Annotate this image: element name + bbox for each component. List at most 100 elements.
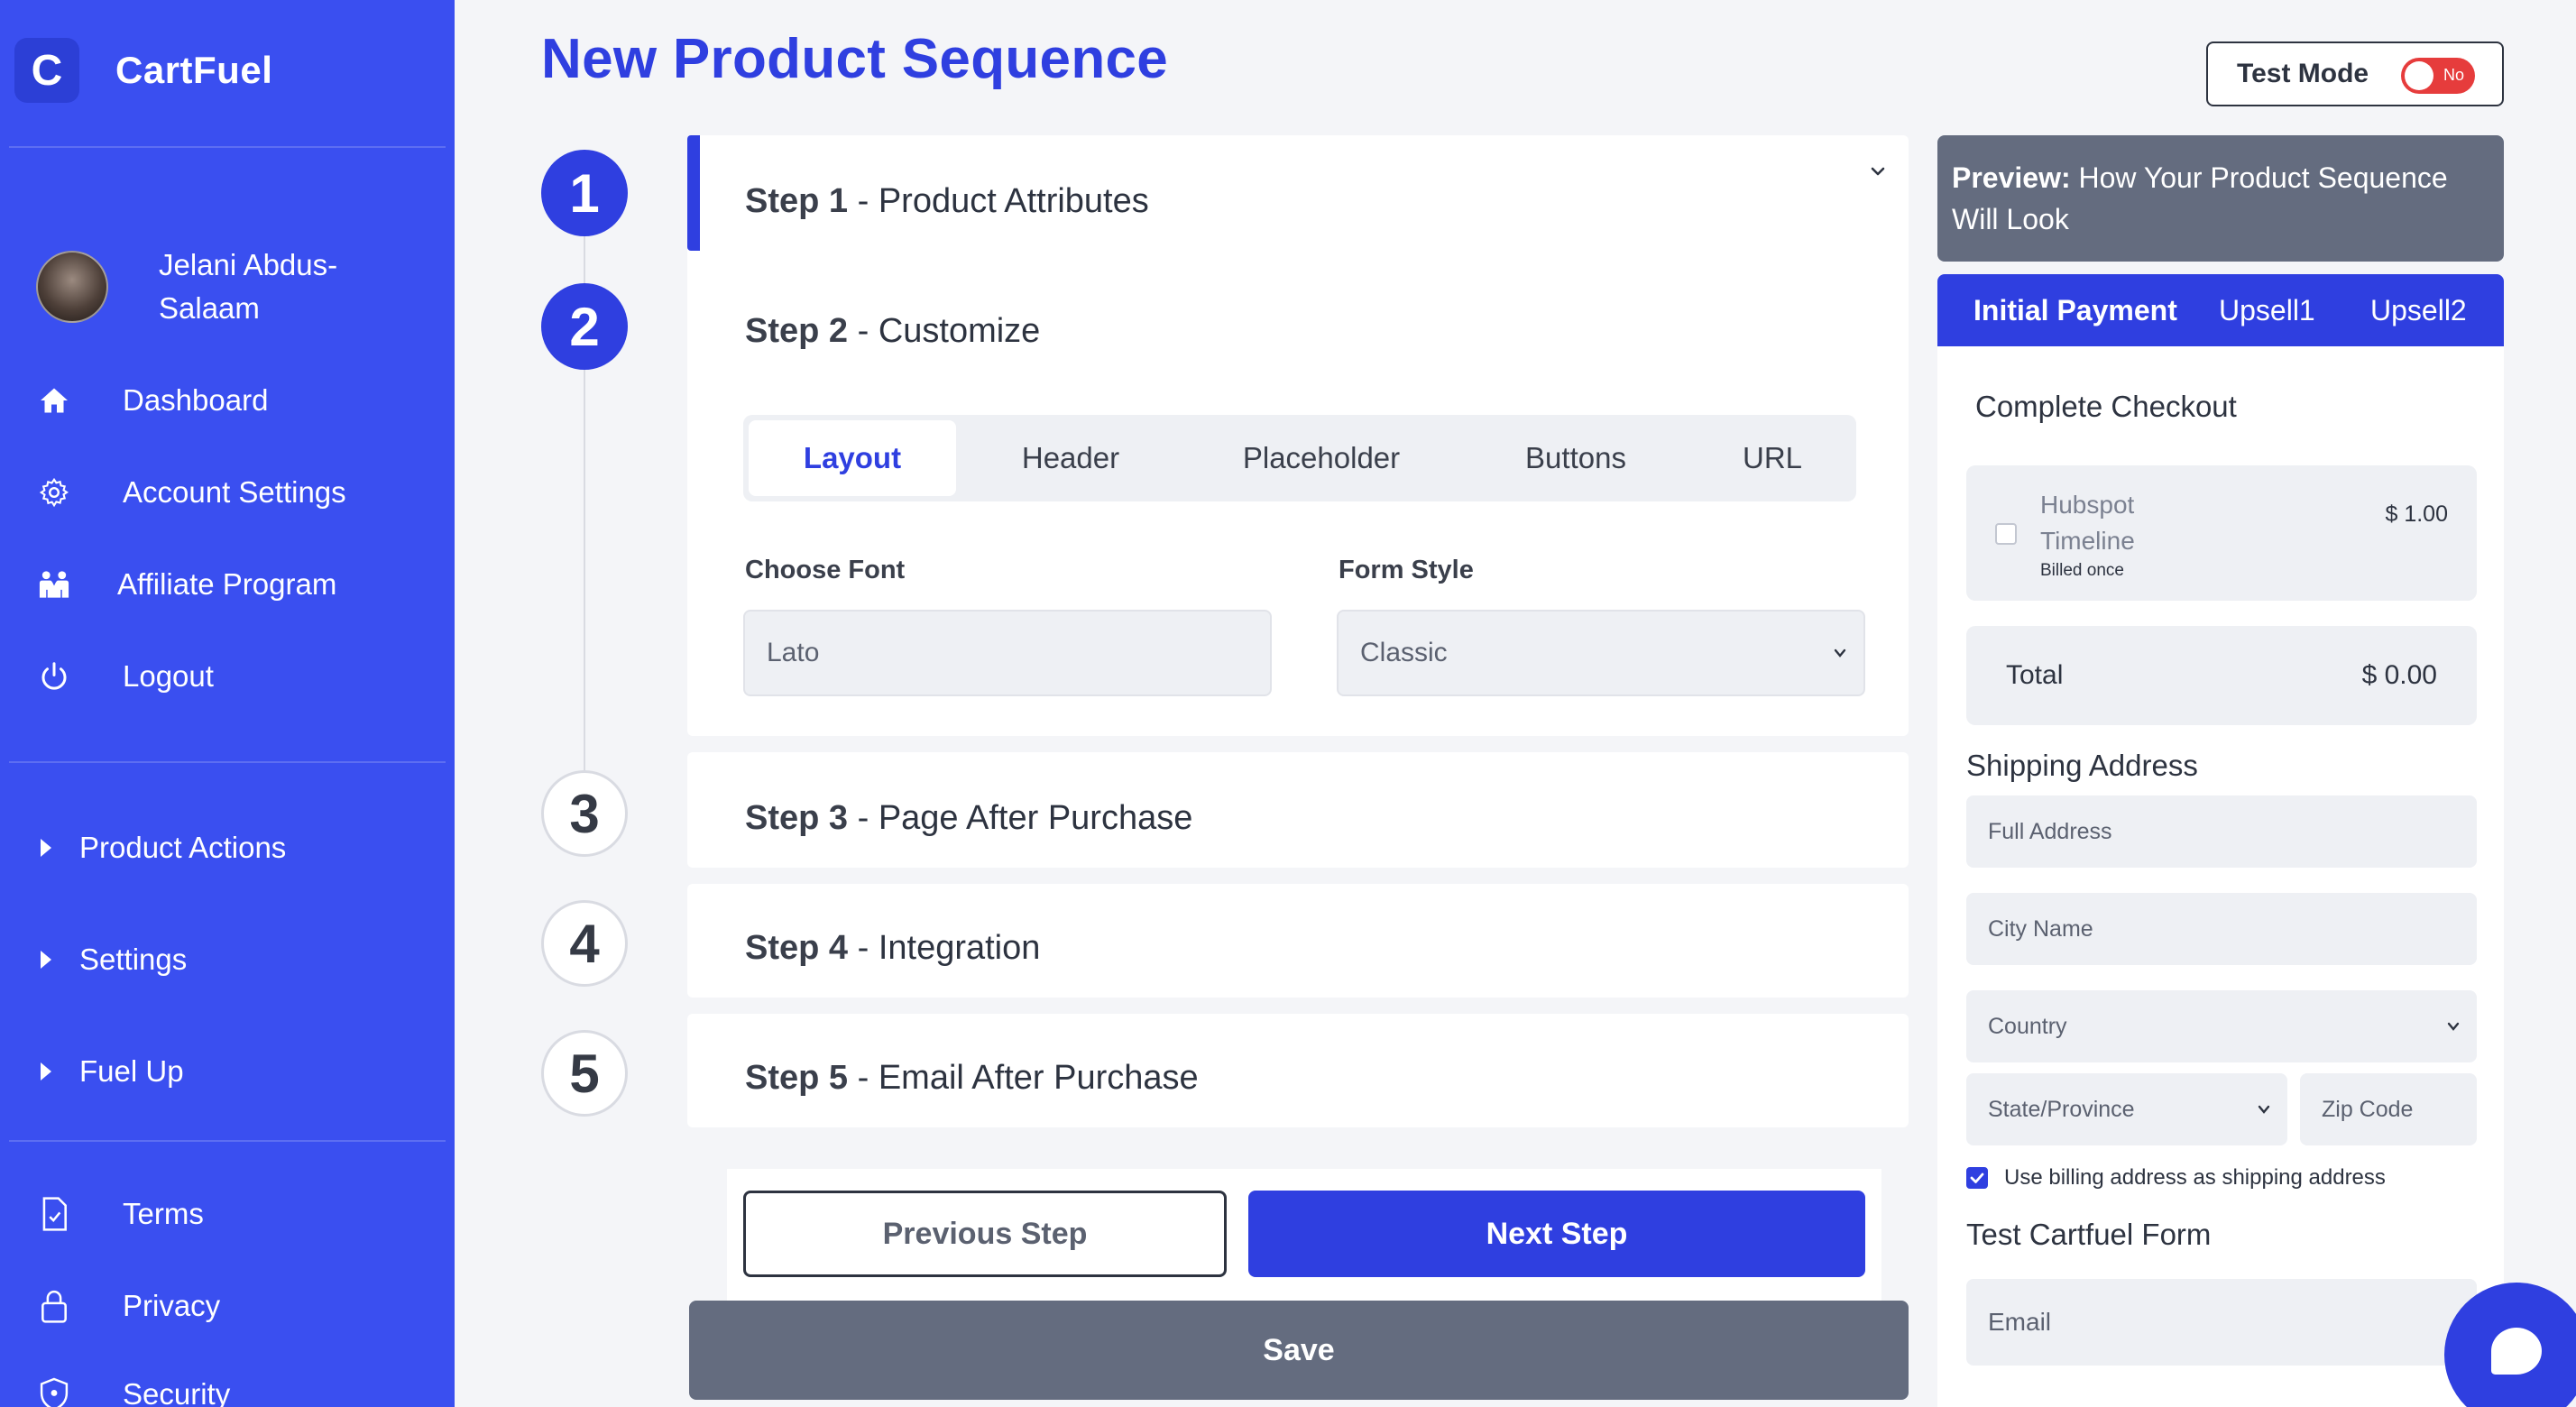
nav-account-settings[interactable]: Account Settings bbox=[36, 465, 346, 520]
home-icon bbox=[36, 382, 72, 418]
city-input[interactable]: City Name bbox=[1966, 893, 2477, 965]
full-address-input[interactable]: Full Address bbox=[1966, 795, 2477, 868]
step-2-rest: - Customize bbox=[848, 312, 1041, 350]
brand-logo: C bbox=[14, 38, 79, 103]
email-input[interactable]: Email bbox=[1966, 1279, 2477, 1366]
sidebar: C CartFuel Jelani Abdus-Salaam Dashboard… bbox=[0, 0, 455, 1407]
product-item[interactable]: Hubspot Timeline Billed once $ 1.00 bbox=[1966, 465, 2477, 601]
total-row: Total $ 0.00 bbox=[1966, 626, 2477, 725]
font-input[interactable]: Lato bbox=[743, 610, 1272, 696]
caret-right-icon bbox=[36, 1053, 56, 1090]
nav-group-fuel-up[interactable]: Fuel Up bbox=[36, 1044, 184, 1099]
chevron-down-icon[interactable] bbox=[1869, 162, 1887, 180]
active-step-indicator bbox=[687, 135, 700, 251]
tab-url[interactable]: URL bbox=[1694, 420, 1851, 496]
nav-group-product-actions[interactable]: Product Actions bbox=[36, 821, 286, 875]
caret-right-icon bbox=[36, 830, 56, 866]
nav-logout-label: Logout bbox=[123, 659, 214, 693]
step-card-active: Step 1 - Product Attributes Step 2 - Cus… bbox=[687, 135, 1909, 736]
product-price: $ 1.00 bbox=[2385, 501, 2448, 527]
product-checkbox[interactable] bbox=[1995, 523, 2017, 545]
step-4-card[interactable]: Step 4 - Integration bbox=[687, 884, 1909, 998]
nav-group-label: Fuel Up bbox=[79, 1054, 184, 1088]
step-4-badge: 4 bbox=[541, 900, 628, 987]
document-icon bbox=[36, 1196, 72, 1232]
toggle-knob bbox=[2405, 61, 2433, 90]
nav-account-settings-label: Account Settings bbox=[123, 475, 346, 509]
step-5-card[interactable]: Step 5 - Email After Purchase bbox=[687, 1014, 1909, 1127]
people-icon bbox=[36, 566, 72, 602]
step-2-badge: 2 bbox=[541, 283, 628, 370]
nav-privacy[interactable]: Privacy bbox=[36, 1279, 220, 1333]
nav-affiliate-program-label: Affiliate Program bbox=[117, 567, 337, 601]
country-placeholder: Country bbox=[1988, 1013, 2067, 1039]
form-style-select[interactable]: Classic bbox=[1337, 610, 1865, 696]
step-5-rest: - Email After Purchase bbox=[848, 1059, 1199, 1097]
step-1-rest: - Product Attributes bbox=[848, 182, 1149, 220]
step-1-badge: 1 bbox=[541, 150, 628, 236]
nav-security[interactable]: Security bbox=[36, 1367, 230, 1407]
customize-tabs: Layout Header Placeholder Buttons URL bbox=[743, 415, 1856, 501]
tab-placeholder[interactable]: Placeholder bbox=[1185, 420, 1458, 496]
zip-input[interactable]: Zip Code bbox=[2300, 1073, 2477, 1145]
choose-font-label: Choose Font bbox=[745, 556, 906, 584]
use-billing-label: Use billing address as shipping address bbox=[2004, 1165, 2386, 1190]
preview-tab-upsell1[interactable]: Upsell1 bbox=[2219, 294, 2315, 327]
use-billing-checkbox[interactable] bbox=[1966, 1167, 1988, 1189]
brand[interactable]: C CartFuel bbox=[14, 38, 272, 103]
form-style-value: Classic bbox=[1360, 638, 1448, 667]
sidebar-divider bbox=[9, 146, 446, 148]
nav-logout[interactable]: Logout bbox=[36, 649, 214, 704]
state-placeholder: State/Province bbox=[1988, 1096, 2135, 1122]
step-2-bold: Step 2 bbox=[745, 312, 849, 350]
caret-right-icon bbox=[36, 942, 56, 978]
step-4-rest: - Integration bbox=[848, 929, 1041, 967]
test-form-title: Test Cartfuel Form bbox=[1966, 1218, 2212, 1251]
preview-heading: Preview: How Your Product Sequence Will … bbox=[1937, 135, 2504, 262]
product-billing: Billed once bbox=[2040, 561, 2124, 580]
nav-dashboard[interactable]: Dashboard bbox=[36, 373, 268, 428]
step-1-bold: Step 1 bbox=[745, 182, 849, 220]
step-4-title: Step 4 - Integration bbox=[745, 929, 1040, 968]
tab-buttons[interactable]: Buttons bbox=[1458, 420, 1694, 496]
gear-icon bbox=[36, 474, 72, 510]
country-select[interactable]: Country bbox=[1966, 990, 2477, 1062]
user-profile[interactable]: Jelani Abdus-Salaam bbox=[36, 244, 375, 330]
avatar bbox=[36, 251, 108, 323]
nav-affiliate-program[interactable]: Affiliate Program bbox=[36, 557, 336, 612]
lock-icon bbox=[36, 1288, 72, 1324]
preview-tab-initial-payment[interactable]: Initial Payment bbox=[1973, 294, 2177, 327]
power-icon bbox=[36, 658, 72, 694]
nav-security-label: Security bbox=[123, 1377, 231, 1407]
nav-group-label: Product Actions bbox=[79, 831, 287, 864]
save-button[interactable]: Save bbox=[689, 1301, 1909, 1400]
toggle-switch[interactable]: No bbox=[2401, 58, 2475, 94]
tab-layout[interactable]: Layout bbox=[749, 420, 956, 496]
step-2-title[interactable]: Step 2 - Customize bbox=[745, 312, 1040, 351]
shield-icon bbox=[36, 1376, 72, 1407]
nav-terms-label: Terms bbox=[123, 1197, 204, 1230]
preview-tab-upsell2[interactable]: Upsell2 bbox=[2370, 294, 2467, 327]
total-label: Total bbox=[2006, 660, 2064, 690]
test-mode-toggle[interactable]: Test Mode No bbox=[2206, 41, 2504, 106]
step-3-bold: Step 3 bbox=[745, 799, 849, 837]
test-mode-label: Test Mode bbox=[2237, 59, 2369, 88]
tab-header[interactable]: Header bbox=[956, 420, 1185, 496]
previous-step-button[interactable]: Previous Step bbox=[743, 1191, 1227, 1277]
total-value: $ 0.00 bbox=[2361, 660, 2437, 690]
nav-terms[interactable]: Terms bbox=[36, 1187, 204, 1241]
state-select[interactable]: State/Province bbox=[1966, 1073, 2287, 1145]
shipping-title: Shipping Address bbox=[1966, 749, 2198, 782]
checkout-title: Complete Checkout bbox=[1975, 390, 2237, 423]
user-name: Jelani Abdus-Salaam bbox=[159, 248, 338, 325]
brand-name: CartFuel bbox=[115, 49, 273, 91]
step-3-card[interactable]: Step 3 - Page After Purchase bbox=[687, 752, 1909, 868]
chevron-down-icon bbox=[2258, 1105, 2270, 1114]
nav-privacy-label: Privacy bbox=[123, 1289, 221, 1322]
step-1-title[interactable]: Step 1 - Product Attributes bbox=[745, 182, 1149, 221]
next-step-button[interactable]: Next Step bbox=[1248, 1191, 1865, 1277]
step-5-title: Step 5 - Email After Purchase bbox=[745, 1059, 1199, 1098]
step-5-badge: 5 bbox=[541, 1030, 628, 1117]
sidebar-divider bbox=[9, 761, 446, 763]
nav-group-settings[interactable]: Settings bbox=[36, 933, 187, 987]
